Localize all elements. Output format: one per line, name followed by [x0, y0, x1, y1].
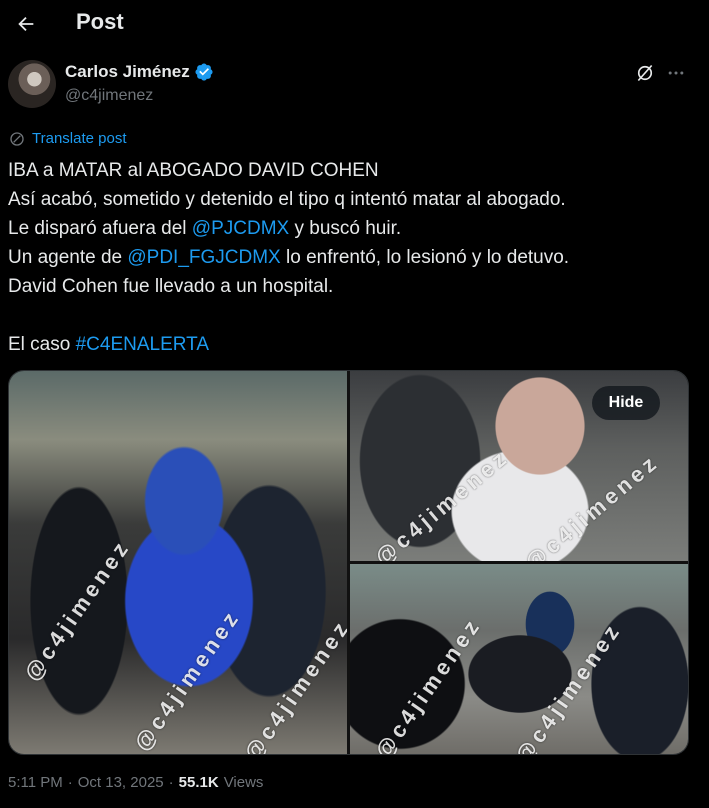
media-photo-2[interactable]: @c4jimenez @c4jimenez Hide: [350, 371, 688, 561]
post-text: IBA a MATAR al ABOGADO DAVID COHEN Así a…: [8, 156, 698, 359]
hashtag-link[interactable]: #C4ENALERTA: [76, 334, 209, 355]
more-options-button[interactable]: [664, 61, 688, 85]
post-line: El caso #C4ENALERTA: [8, 330, 698, 359]
meta-separator: ·: [168, 774, 174, 791]
media-photo-1[interactable]: @c4jimenez @c4jimenez @c4jimenez: [9, 371, 347, 754]
watermark-text: @c4jimenez: [370, 443, 514, 561]
text-segment: El caso: [8, 334, 76, 355]
translate-post-link[interactable]: Translate post: [9, 130, 127, 147]
grok-button[interactable]: [633, 61, 657, 85]
mention-link[interactable]: @PDI_FGJCDMX: [127, 247, 280, 268]
translate-label[interactable]: Translate post: [32, 130, 127, 147]
media-grid: @c4jimenez @c4jimenez @c4jimenez @c4jime…: [8, 370, 689, 755]
verified-badge-icon: [195, 63, 213, 81]
author-handle[interactable]: @c4jimenez: [65, 87, 153, 105]
post-line: David Cohen fue llevado a un hospital.: [8, 276, 334, 297]
meta-separator: ·: [67, 774, 73, 791]
post-line: Le disparó afuera del @PJCDMX y buscó hu…: [8, 214, 698, 243]
watermark-text: @c4jimenez: [520, 448, 664, 561]
author-name-row[interactable]: Carlos Jiménez: [65, 62, 214, 82]
views-label: Views: [223, 774, 264, 791]
more-horizontal-icon: [668, 71, 684, 75]
watermark-text: @c4jimenez: [239, 614, 347, 754]
post-date[interactable]: Oct 13, 2025: [78, 774, 164, 791]
post-time[interactable]: 5:11 PM: [8, 774, 63, 791]
text-segment: y buscó huir.: [289, 218, 402, 239]
arrow-left-icon: [18, 16, 34, 32]
hide-button[interactable]: Hide: [592, 386, 660, 420]
views-count: 55.1K: [178, 774, 219, 791]
watermark-text: @c4jimenez: [510, 617, 627, 754]
translate-icon: [10, 131, 24, 146]
watermark-text: @c4jimenez: [370, 612, 487, 754]
text-segment: lo enfrentó, lo lesionó y lo detuvo.: [280, 247, 570, 268]
post-line: Así acabó, sometido y detenido el tipo q…: [8, 189, 566, 210]
author-name[interactable]: Carlos Jiménez: [65, 62, 190, 82]
post-meta: 5:11 PM · Oct 13, 2025 · 55.1K Views: [8, 774, 263, 791]
mention-link[interactable]: @PJCDMX: [192, 218, 289, 239]
back-button[interactable]: [8, 6, 44, 42]
text-segment: Un agente de: [8, 247, 128, 268]
watermark-text: @c4jimenez: [129, 604, 246, 754]
media-photo-3[interactable]: @c4jimenez @c4jimenez: [350, 564, 688, 754]
post-line: Un agente de @PDI_FGJCDMX lo enfrentó, l…: [8, 243, 698, 272]
watermark-text: @c4jimenez: [19, 534, 136, 686]
text-segment: Le disparó afuera del: [8, 218, 192, 239]
page-title: Post: [76, 9, 124, 34]
post-line: IBA a MATAR al ABOGADO DAVID COHEN: [8, 160, 379, 181]
grok-icon: [637, 64, 653, 82]
top-bar: Post: [0, 0, 709, 48]
avatar[interactable]: [8, 60, 56, 108]
